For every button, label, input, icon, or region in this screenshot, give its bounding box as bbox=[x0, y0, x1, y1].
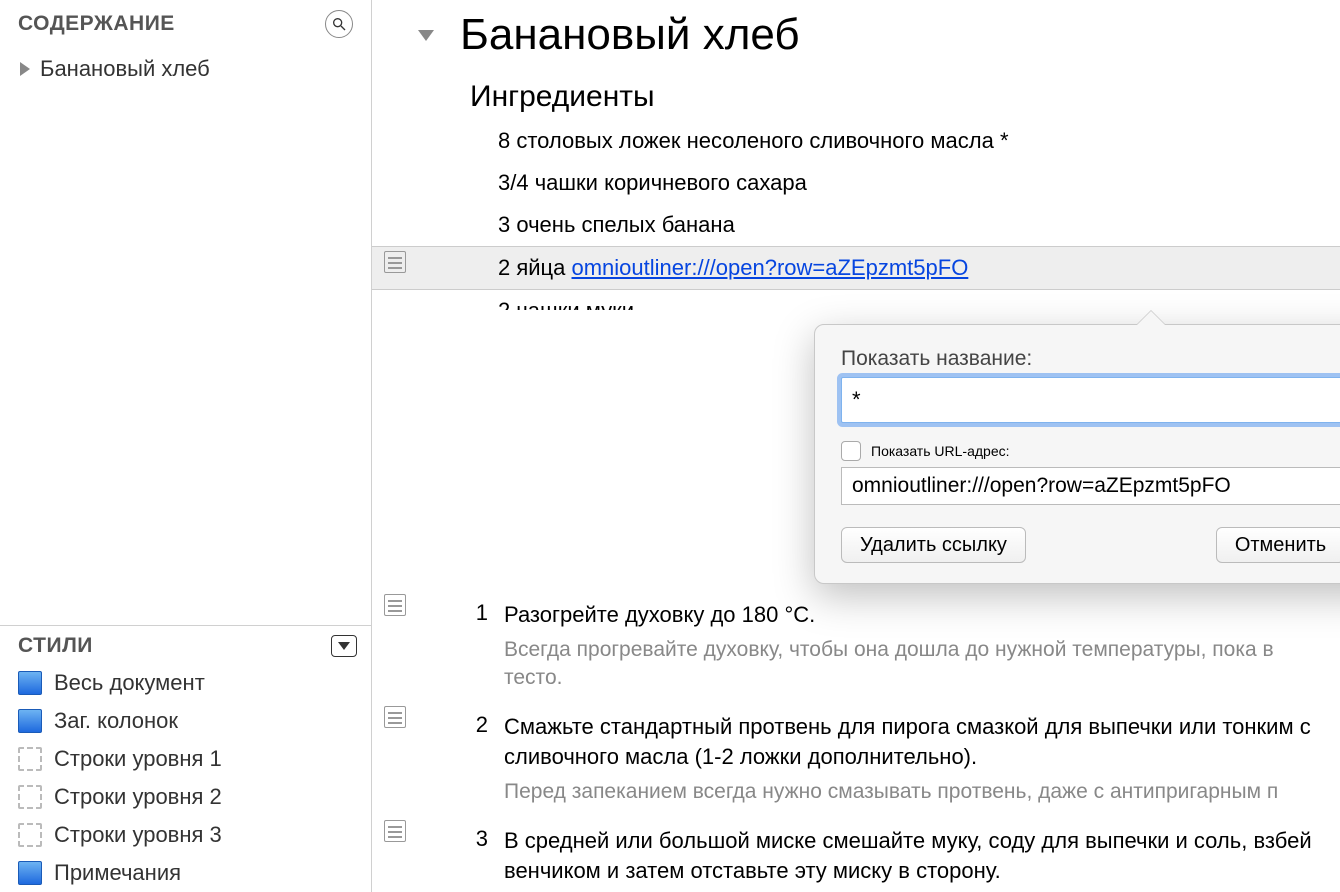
step-number: 2 bbox=[418, 712, 504, 738]
document-title-row[interactable]: Банановый хлеб bbox=[372, 0, 1340, 68]
style-level2[interactable]: Строки уровня 2 bbox=[0, 778, 371, 816]
cancel-button[interactable]: Отменить bbox=[1216, 527, 1340, 563]
style-label: Строки уровня 1 bbox=[54, 746, 222, 772]
gutter bbox=[372, 702, 418, 728]
note-icon[interactable] bbox=[384, 594, 406, 616]
url-input[interactable] bbox=[841, 467, 1340, 505]
contents-header: СОДЕРЖАНИЕ bbox=[0, 0, 371, 48]
step-text: В средней или большой миске смешайте мук… bbox=[504, 828, 1312, 883]
outline-item-banana-bread[interactable]: Банановый хлеб bbox=[0, 48, 371, 90]
ingredient-text[interactable]: 2 чашки муки bbox=[418, 290, 634, 310]
main-content: Банановый хлеб Ингредиенты 8 столовых ло… bbox=[372, 0, 1340, 892]
step-number: 3 bbox=[418, 826, 504, 852]
step-note: Перед запеканием всегда нужно смазывать … bbox=[504, 778, 1330, 806]
step-note: Всегда прогревайте духовку, чтобы она до… bbox=[504, 636, 1330, 693]
style-swatch-icon bbox=[18, 861, 42, 885]
note-icon[interactable] bbox=[384, 820, 406, 842]
display-name-input[interactable] bbox=[841, 377, 1340, 423]
styles-title: СТИЛИ bbox=[18, 634, 93, 658]
ingredient-row-selected[interactable]: 2 яйца omnioutliner:///open?row=aZEpzmt5… bbox=[372, 246, 1340, 290]
gutter bbox=[372, 204, 418, 208]
style-swatch-icon bbox=[18, 671, 42, 695]
step-text: Разогрейте духовку до 180 °C. bbox=[504, 602, 815, 627]
search-button[interactable] bbox=[325, 10, 353, 38]
chevron-right-icon[interactable] bbox=[20, 62, 30, 76]
ingredient-text[interactable]: 3 очень спелых банана bbox=[418, 204, 735, 246]
contents-title: СОДЕРЖАНИЕ bbox=[18, 12, 175, 36]
style-label: Весь документ bbox=[54, 670, 205, 696]
style-column-headings[interactable]: Заг. колонок bbox=[0, 702, 371, 740]
note-icon[interactable] bbox=[384, 251, 406, 273]
step-row[interactable]: 2 Смажьте стандартный протвень для пирог… bbox=[372, 702, 1340, 816]
sidebar-contents: СОДЕРЖАНИЕ Банановый хлеб bbox=[0, 0, 371, 625]
step-text: Смажьте стандартный протвень для пирога … bbox=[504, 714, 1311, 769]
gutter bbox=[372, 247, 418, 273]
document-title[interactable]: Банановый хлеб bbox=[442, 10, 800, 60]
style-swatch-icon bbox=[18, 747, 42, 771]
styles-dropdown-button[interactable] bbox=[331, 635, 357, 657]
step-number: 1 bbox=[418, 600, 504, 626]
style-label: Строки уровня 2 bbox=[54, 784, 222, 810]
row-link[interactable]: omnioutliner:///open?row=aZEpzmt5pFO bbox=[572, 255, 969, 280]
search-icon bbox=[331, 16, 347, 32]
style-label: Строки уровня 3 bbox=[54, 822, 222, 848]
ingredient-text[interactable]: 2 яйца omnioutliner:///open?row=aZEpzmt5… bbox=[418, 247, 968, 289]
show-url-checkbox[interactable] bbox=[841, 441, 861, 461]
remove-link-button[interactable]: Удалить ссылку bbox=[841, 527, 1026, 563]
style-level3[interactable]: Строки уровня 3 bbox=[0, 816, 371, 854]
style-whole-document[interactable]: Весь документ bbox=[0, 664, 371, 702]
step-body[interactable]: В средней или большой миске смешайте мук… bbox=[504, 826, 1340, 885]
step-row[interactable]: 1 Разогрейте духовку до 180 °C. Всегда п… bbox=[372, 590, 1340, 702]
ingredient-row[interactable]: 8 столовых ложек несоленого сливочного м… bbox=[372, 120, 1340, 162]
note-icon[interactable] bbox=[384, 706, 406, 728]
step-row[interactable]: 3 В средней или большой миске смешайте м… bbox=[372, 816, 1340, 892]
ingredient-text[interactable]: 8 столовых ложек несоленого сливочного м… bbox=[418, 120, 1009, 162]
gutter bbox=[372, 290, 418, 294]
step-body[interactable]: Разогрейте духовку до 180 °C. Всегда про… bbox=[504, 600, 1340, 692]
style-notes[interactable]: Примечания bbox=[0, 854, 371, 892]
ingredient-row[interactable]: 3/4 чашки коричневого сахара bbox=[372, 162, 1340, 204]
ingredient-row-partial[interactable]: 2 чашки муки bbox=[372, 290, 1340, 310]
ingredient-text[interactable]: 3/4 чашки коричневого сахара bbox=[418, 162, 807, 204]
style-label: Заг. колонок bbox=[54, 708, 178, 734]
step-body[interactable]: Смажьте стандартный протвень для пирога … bbox=[504, 712, 1340, 806]
section-ingredients-row[interactable]: Ингредиенты bbox=[372, 68, 1340, 120]
gutter bbox=[372, 80, 418, 84]
style-label: Примечания bbox=[54, 860, 181, 886]
gutter bbox=[372, 10, 418, 14]
outline-item-label: Банановый хлеб bbox=[40, 56, 210, 82]
section-heading[interactable]: Ингредиенты bbox=[418, 80, 655, 114]
gutter bbox=[372, 120, 418, 124]
sidebar: СОДЕРЖАНИЕ Банановый хлеб СТИЛИ Весь док… bbox=[0, 0, 372, 892]
style-swatch-icon bbox=[18, 785, 42, 809]
gutter bbox=[372, 816, 418, 842]
popover-buttons: Удалить ссылку Отменить Готово bbox=[841, 527, 1340, 563]
gutter bbox=[372, 590, 418, 616]
ingredient-row[interactable]: 3 очень спелых банана bbox=[372, 204, 1340, 246]
display-name-label: Показать название: bbox=[841, 347, 1340, 371]
style-level1[interactable]: Строки уровня 1 bbox=[0, 740, 371, 778]
sidebar-styles: СТИЛИ Весь документ Заг. колонок Строки … bbox=[0, 625, 371, 892]
show-url-label: Показать URL-адрес: bbox=[871, 443, 1010, 459]
styles-header: СТИЛИ bbox=[0, 626, 371, 664]
gutter bbox=[372, 162, 418, 166]
link-editor-popover: Показать название: Показать URL-адрес: У… bbox=[814, 324, 1340, 584]
style-swatch-icon bbox=[18, 709, 42, 733]
show-url-row: Показать URL-адрес: bbox=[841, 441, 1340, 461]
style-swatch-icon bbox=[18, 823, 42, 847]
ingredient-prefix: 2 яйца bbox=[498, 255, 572, 280]
chevron-down-icon[interactable] bbox=[418, 30, 434, 41]
